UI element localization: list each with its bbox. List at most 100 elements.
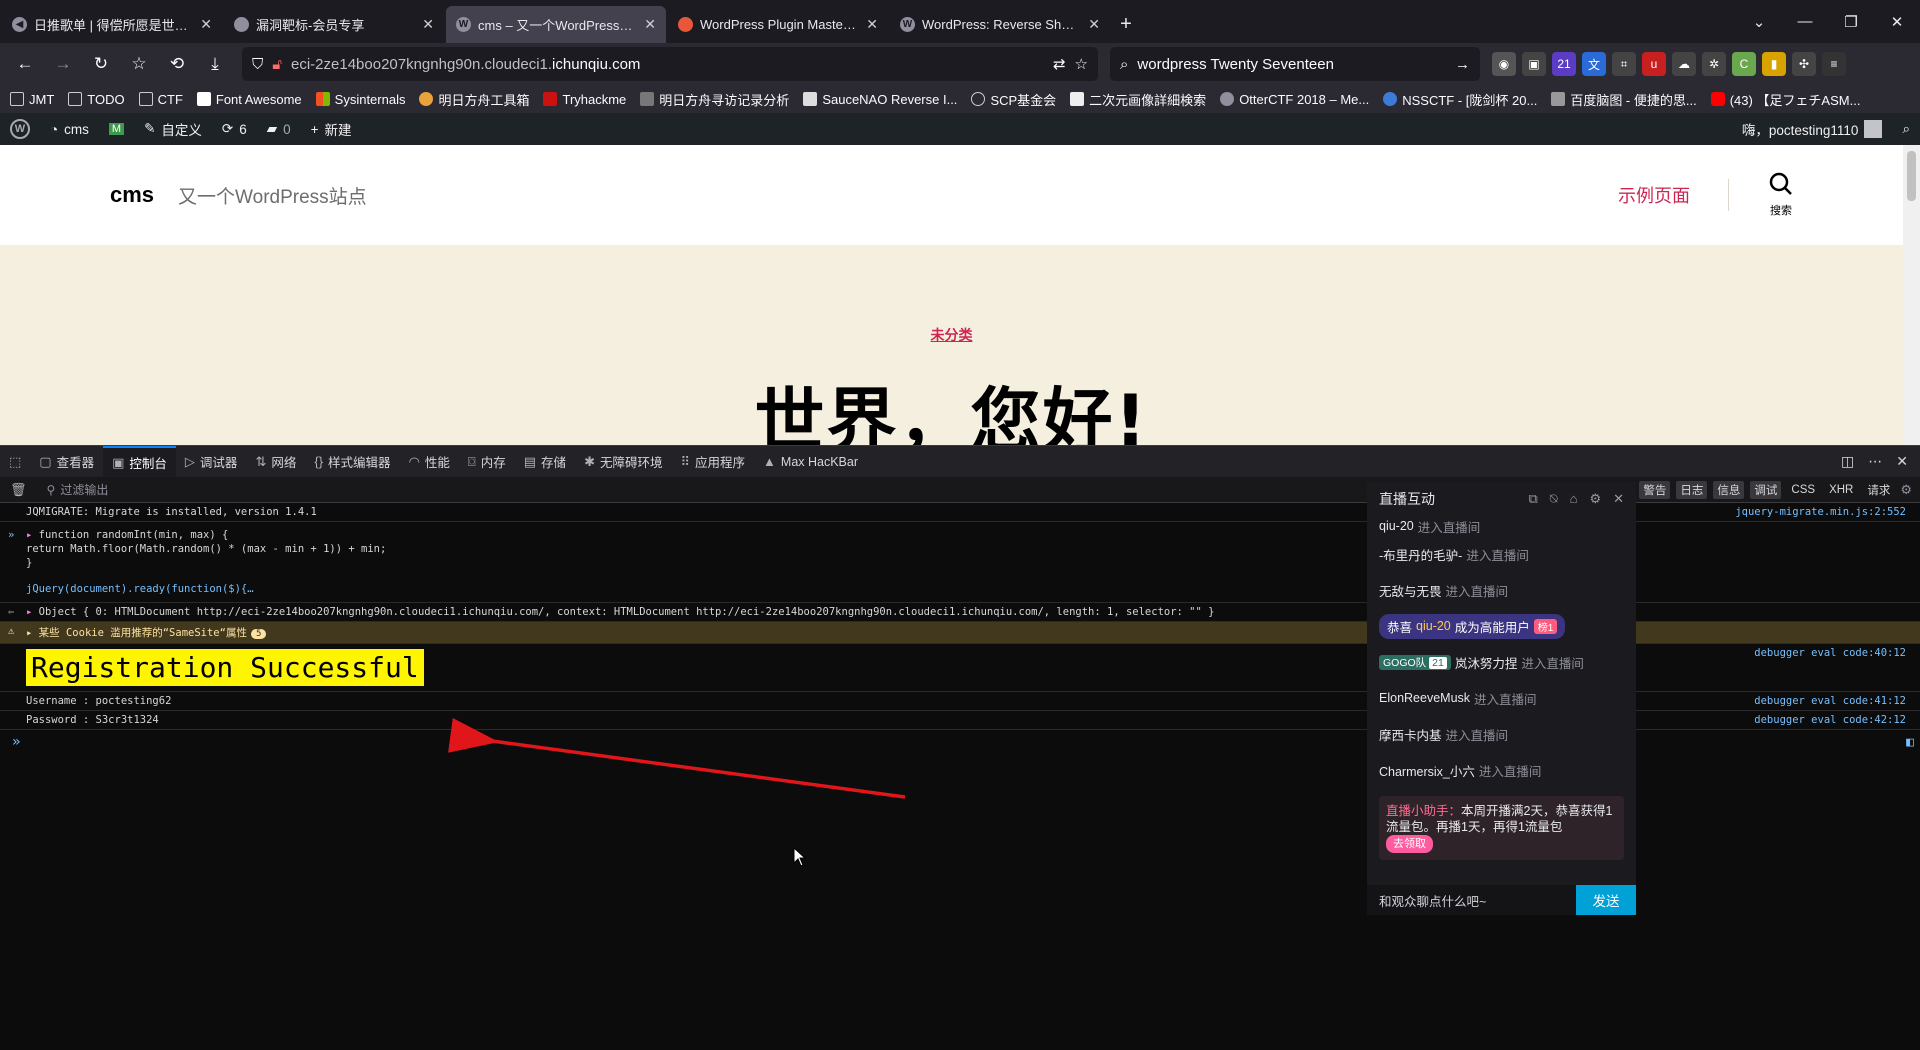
crop-icon[interactable]: ⌗: [1612, 52, 1636, 76]
close-icon[interactable]: ✕: [422, 16, 434, 33]
tab-application[interactable]: ⠿ 应用程序: [671, 446, 754, 477]
tab-performance[interactable]: ◠ 性能: [400, 446, 459, 477]
browser-tab-5[interactable]: W WordPress: Reverse Shell - H ✕: [890, 6, 1110, 43]
bookmark-item[interactable]: SauceNAO Reverse I...: [803, 92, 957, 107]
bookmark-item[interactable]: Sysinternals: [315, 92, 405, 107]
browser-tab-2[interactable]: 漏洞靶标-会员专享 ✕: [224, 6, 444, 43]
go-arrow-icon[interactable]: →: [1455, 56, 1470, 73]
tab-debugger[interactable]: ▷ 调试器: [176, 446, 247, 477]
wp-new-content[interactable]: + 新建: [301, 113, 362, 145]
tab-network[interactable]: ⇅ 网络: [246, 446, 305, 477]
bookmark-item[interactable]: Font Awesome: [196, 92, 302, 107]
filter-info[interactable]: 信息: [1713, 480, 1745, 499]
address-bar[interactable]: ⛉ 🔓︎ eci-2ze14boo207kngnhg90n.cloudeci1.…: [242, 47, 1098, 81]
extension-icon[interactable]: C: [1732, 52, 1756, 76]
wp-search-icon[interactable]: ⌕: [1892, 113, 1920, 145]
filter-xhr[interactable]: XHR: [1825, 483, 1857, 497]
history-icon[interactable]: ⟲: [160, 48, 194, 80]
menu-icon[interactable]: ≡: [1822, 52, 1846, 76]
bookmark-page-icon[interactable]: ☆: [1075, 55, 1088, 73]
close-icon[interactable]: ✕: [866, 16, 878, 33]
tab-memory[interactable]: ⌼ 内存: [459, 446, 515, 477]
bookmark-item[interactable]: SCP基金会: [971, 90, 1056, 109]
bookmark-item[interactable]: Tryhackme: [543, 92, 626, 107]
bookmark-item[interactable]: OtterCTF 2018 – Me...: [1220, 92, 1369, 107]
element-picker-icon[interactable]: ⬚: [0, 446, 30, 477]
send-button[interactable]: 发送: [1576, 885, 1636, 915]
browser-tab-3[interactable]: W cms – 又一个WordPress站点 ✕: [446, 6, 666, 43]
lock-icon[interactable]: ⌂: [1570, 491, 1578, 507]
new-tab-button[interactable]: +: [1110, 6, 1142, 43]
back-button[interactable]: ←: [8, 48, 42, 80]
translate-icon[interactable]: ⇄: [1053, 55, 1066, 73]
bookmark-star-icon[interactable]: ☆: [122, 48, 156, 80]
tab-style-editor[interactable]: {} 样式编辑器: [305, 446, 399, 477]
post-title[interactable]: 世界，您好!: [0, 365, 1903, 445]
wp-site-menu[interactable]: ◔ cms: [40, 113, 99, 145]
translate-extension-icon[interactable]: 文: [1582, 52, 1606, 76]
restore-button[interactable]: ❐: [1828, 13, 1874, 31]
extension-icon[interactable]: ▣: [1522, 52, 1546, 76]
mute-icon[interactable]: ⍉: [1550, 491, 1558, 507]
reload-button[interactable]: ↻: [84, 48, 118, 80]
bookmark-item[interactable]: JMT: [10, 92, 54, 107]
filter-warnings[interactable]: 警告: [1639, 480, 1671, 499]
claim-button[interactable]: 去领取: [1386, 835, 1433, 853]
bookmark-item[interactable]: 二次元画像詳細検索: [1070, 90, 1206, 109]
minimize-button[interactable]: —: [1782, 13, 1828, 30]
wp-account-menu[interactable]: 嗨，poctesting1110: [1732, 113, 1893, 145]
source-link[interactable]: debugger eval code:40:12: [1754, 647, 1906, 659]
scrollbar-thumb[interactable]: [1907, 151, 1916, 201]
tab-storage[interactable]: ▤ 存储: [515, 446, 575, 477]
filter-logs[interactable]: 日志: [1676, 480, 1708, 499]
tab-hackbar[interactable]: ▲ Max HacKBar: [754, 446, 867, 477]
bookmark-item[interactable]: (43) 【足フェチASM...: [1710, 90, 1860, 109]
wp-customize-link[interactable]: ✎ 自定义: [134, 113, 212, 145]
settings-icon[interactable]: ⚙: [1589, 491, 1601, 507]
wp-plugin-menu[interactable]: M: [99, 113, 134, 145]
editor-mode-icon[interactable]: ◧: [1906, 735, 1914, 750]
search-toggle[interactable]: 搜索: [1769, 172, 1793, 218]
source-link[interactable]: debugger eval code:42:12: [1754, 714, 1906, 726]
tab-list-icon[interactable]: ⌄: [1736, 13, 1782, 31]
category-link[interactable]: 未分类: [931, 327, 973, 343]
page-scrollbar[interactable]: [1903, 145, 1920, 445]
search-bar[interactable]: ⌕ wordpress Twenty Seventeen →: [1110, 47, 1480, 81]
extension-icon[interactable]: ▮: [1762, 52, 1786, 76]
close-icon[interactable]: ✕: [644, 16, 656, 33]
dock-icon[interactable]: ◫: [1841, 453, 1854, 470]
filter-css[interactable]: CSS: [1787, 483, 1819, 497]
site-title[interactable]: cms: [110, 182, 154, 208]
wp-comments-link[interactable]: ▰ 0: [257, 113, 301, 145]
extension-icon[interactable]: ◉: [1492, 52, 1516, 76]
tab-accessibility[interactable]: ✱ 无障碍环境: [575, 446, 671, 477]
close-window-button[interactable]: ✕: [1874, 13, 1920, 31]
more-options-icon[interactable]: ⋯: [1868, 453, 1882, 470]
browser-tab-4[interactable]: WordPress Plugin MasterStu ✕: [668, 6, 888, 43]
cloud-icon[interactable]: ☁: [1672, 52, 1696, 76]
filter-input[interactable]: ⚲ 过滤输出: [47, 481, 109, 498]
close-icon[interactable]: ✕: [1088, 16, 1100, 33]
bookmark-item[interactable]: CTF: [138, 92, 183, 107]
source-link[interactable]: debugger eval code:41:12: [1754, 695, 1906, 707]
console-settings-icon[interactable]: ⚙: [1900, 482, 1912, 498]
filter-requests[interactable]: 请求: [1863, 481, 1894, 499]
close-icon[interactable]: ✕: [1613, 491, 1624, 507]
source-link[interactable]: jquery-migrate.min.js:2:552: [1735, 506, 1906, 518]
bookmark-item[interactable]: NSSCTF - [陇剑杯 20...: [1383, 90, 1537, 109]
bookmark-item[interactable]: 百度脑图 - 便捷的思...: [1551, 90, 1697, 109]
close-icon[interactable]: ✕: [200, 16, 212, 33]
extension-badge-icon[interactable]: 21: [1552, 52, 1576, 76]
tab-console[interactable]: ▣ 控制台: [103, 446, 176, 477]
download-icon[interactable]: ⤓: [198, 48, 232, 80]
bookmark-item[interactable]: 明日方舟工具箱: [419, 90, 529, 109]
close-devtools-icon[interactable]: ✕: [1896, 453, 1908, 470]
tab-inspector[interactable]: ▢ 查看器: [30, 446, 103, 477]
nav-link-sample-page[interactable]: 示例页面: [1618, 179, 1729, 211]
gear-extension-icon[interactable]: ✲: [1702, 52, 1726, 76]
bookmark-item[interactable]: 明日方舟寻访记录分析: [640, 90, 789, 109]
forward-button[interactable]: →: [46, 48, 80, 80]
puzzle-icon[interactable]: ✣: [1792, 52, 1816, 76]
popout-icon[interactable]: ⧉: [1528, 491, 1537, 507]
wp-updates-link[interactable]: ⟳ 6: [212, 113, 257, 145]
